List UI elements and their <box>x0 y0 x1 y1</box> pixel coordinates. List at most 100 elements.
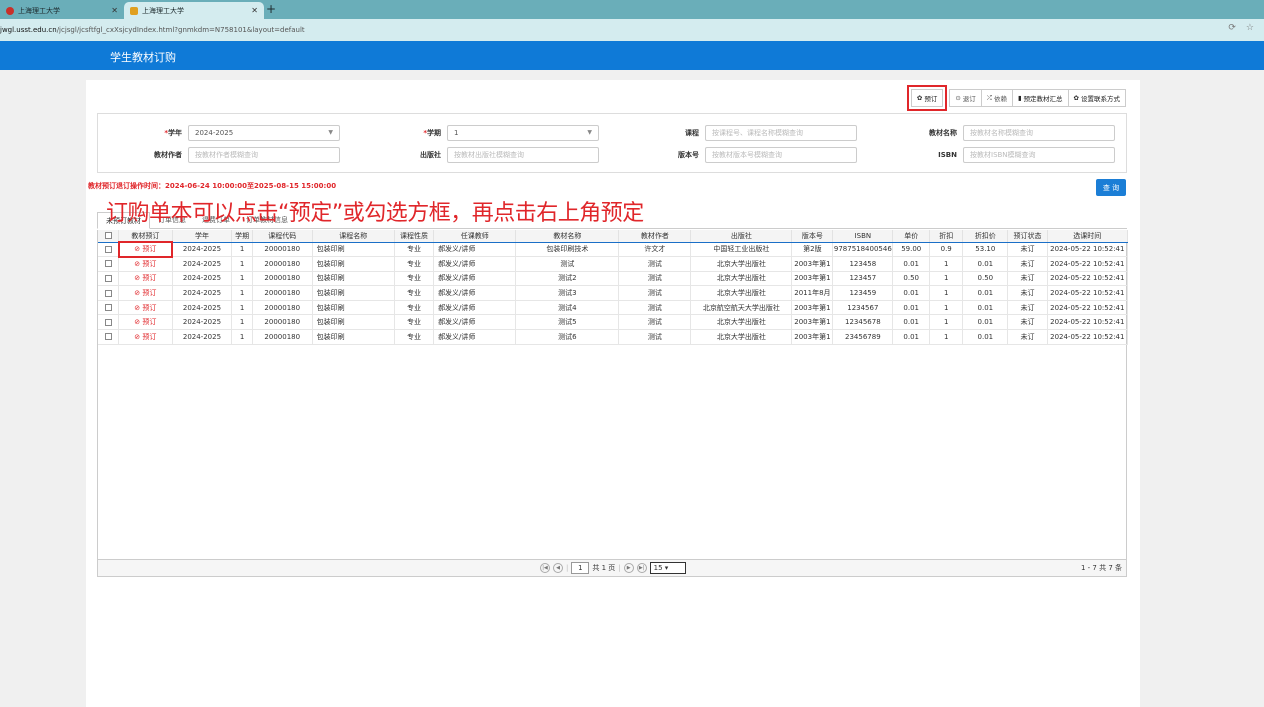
address-bar[interactable]: jwgl.usst.edu.cn/jcjsgl/jcsftfgl_cxXsjcy… <box>0 19 1264 41</box>
column-header[interactable]: 折扣价 <box>962 230 1009 243</box>
author-input[interactable]: 按教材作者模糊查询 <box>188 147 340 163</box>
table-cell: 专业 <box>394 256 435 272</box>
order-link[interactable]: ⊘ 预订 <box>118 300 173 316</box>
table-cell: 包装印刷 <box>312 285 395 301</box>
row-checkbox[interactable] <box>98 329 120 345</box>
table-row[interactable]: ⊘ 预订 2024-2025 1 20000180 包装印刷 专业 郝发义/讲师 测试6 测试北… <box>98 329 1129 345</box>
column-header[interactable]: 单价 <box>892 230 931 243</box>
table-cell: 2024-05-22 10:52:41 <box>1047 242 1129 258</box>
table-cell: 北京大学出版社 <box>690 314 793 331</box>
table-cell: 郝发义/讲师 <box>433 329 517 345</box>
url-text[interactable]: jwgl.usst.edu.cn/jcjsgl/jcsftfgl_cxXsjcy… <box>0 23 1200 38</box>
row-checkbox[interactable] <box>98 256 120 272</box>
refresh-icon[interactable]: ⟳ <box>1228 23 1236 33</box>
table-cell: 2024-2025 <box>172 314 233 331</box>
next-page-icon[interactable]: ▶ <box>623 563 634 573</box>
star-icon[interactable]: ☆ <box>1246 23 1254 33</box>
order-link-label: 预订 <box>142 332 157 341</box>
table-cell: 0.01 <box>962 256 1009 272</box>
column-header[interactable]: 预订状态 <box>1007 230 1048 243</box>
order-link[interactable]: ⊘ 预订 <box>118 285 173 301</box>
table-row[interactable]: ⊘ 预订 2024-2025 1 20000180 包装印刷 专业 郝发义/讲师 测试 测试 北京… <box>98 256 1129 272</box>
column-header[interactable]: 任课教师 <box>433 230 517 243</box>
column-header[interactable]: 学期 <box>231 230 253 243</box>
new-tab-plus-icon[interactable]: + <box>266 2 276 17</box>
isbn-input[interactable]: 按教材ISBN模糊查询 <box>963 147 1115 163</box>
order-link-label: 预订 <box>142 245 157 254</box>
table-row[interactable]: ⊘ 预订 2024-2025 1 20000180 包装印刷 专业 郝发义/讲师 测试4 测试北… <box>98 300 1129 316</box>
column-header[interactable]: 教材名称 <box>515 230 620 243</box>
column-header[interactable]: 折扣 <box>929 230 964 243</box>
dependency-button[interactable]: ⤮ 依赖 <box>980 89 1013 107</box>
close-icon[interactable]: ✕ <box>251 6 258 15</box>
bookname-input[interactable]: 按教材名称模糊查询 <box>963 125 1115 141</box>
page-number-input[interactable]: 1 <box>571 562 590 574</box>
order-link[interactable]: ⊘ 预订 <box>118 256 173 272</box>
browser-tab-active[interactable]: 上海理工大学 ✕ <box>124 2 264 19</box>
column-header[interactable]: 出版社 <box>690 230 793 243</box>
column-header[interactable]: ISBN <box>832 230 894 243</box>
column-header[interactable]: 版本号 <box>791 230 834 243</box>
order-link-label: 预订 <box>142 289 157 298</box>
close-icon[interactable]: ✕ <box>111 6 118 15</box>
bar-chart-icon: ▮ <box>1017 94 1022 102</box>
select-all-checkbox[interactable] <box>98 230 120 243</box>
column-header[interactable]: 选课时间 <box>1047 230 1129 243</box>
table-cell: 2011年8月 <box>791 285 834 301</box>
row-checkbox[interactable] <box>98 242 120 258</box>
chevron-down-icon: ▼ <box>328 129 333 136</box>
table-cell: 中国轻工业出版社 <box>690 242 793 258</box>
order-link[interactable]: ⊘ 预订 <box>118 271 173 287</box>
table-cell: 未订 <box>1007 285 1048 301</box>
column-header[interactable]: 课程名称 <box>312 230 395 243</box>
summary-button[interactable]: ▮ 预定教材汇总 <box>1011 89 1069 107</box>
books-table: 教材预订 学年 学期 课程代码 课程名称 课程性质 任课教师 教材名称 教材作者 出版社 版本号 IS… <box>97 230 1129 567</box>
column-header[interactable]: 教材预订 <box>118 230 173 243</box>
table-cell: 2003年第1 <box>791 314 834 331</box>
term-select[interactable]: 1 ▼ <box>447 125 599 141</box>
first-page-icon[interactable]: |◀ <box>540 563 550 573</box>
order-link[interactable]: ⊘ 预订 <box>117 241 174 258</box>
order-button[interactable]: ✿ 预订 <box>906 85 948 111</box>
table-cell: 20000180 <box>252 256 313 272</box>
table-cell: 20000180 <box>252 242 313 258</box>
query-button[interactable]: 查 询 <box>1096 179 1126 196</box>
row-checkbox[interactable] <box>98 314 120 331</box>
column-header[interactable]: 学年 <box>172 230 233 243</box>
column-header[interactable]: 课程性质 <box>394 230 435 243</box>
last-page-icon[interactable]: ▶| <box>636 563 647 573</box>
course-input[interactable]: 按课程号、课程名称模糊查询 <box>705 125 857 141</box>
edition-input[interactable]: 按教材版本号模糊查询 <box>705 147 857 163</box>
table-cell: 北京大学出版社 <box>690 329 793 345</box>
table-cell: 北京大学出版社 <box>690 256 793 272</box>
row-checkbox[interactable] <box>98 271 120 287</box>
table-cell: 2003年第1 <box>791 256 834 272</box>
publisher-input[interactable]: 按教材出版社模糊查询 <box>447 147 599 163</box>
order-link[interactable]: ⊘ 预订 <box>118 314 173 331</box>
author-label: 教材作者 <box>154 151 182 159</box>
browser-tab[interactable]: 上海理工大学 ✕ <box>0 2 124 19</box>
table-cell: 0.01 <box>892 329 931 345</box>
contact-settings-button[interactable]: ✿ 设置联系方式 <box>1067 89 1126 107</box>
dependency-button-label: 依赖 <box>993 95 1007 103</box>
table-row[interactable]: ⊘ 预订 2024-2025 1 20000180 包装印刷 专业 郝发义/讲师 包装印刷技术… <box>98 241 1129 258</box>
table-row[interactable]: ⊘ 预订 2024-2025 1 20000180 包装印刷 专业 郝发义/讲师 测试3 测试北… <box>98 285 1129 301</box>
row-checkbox[interactable] <box>98 300 120 316</box>
table-cell: 未订 <box>1007 242 1048 258</box>
row-checkbox[interactable] <box>98 285 120 301</box>
table-row[interactable]: ⊘ 预订 2024-2025 1 20000180 包装印刷 专业 郝发义/讲师 测试5 测试北… <box>98 314 1129 331</box>
unorder-button[interactable]: ⊙ 退订 <box>949 89 982 107</box>
table-row[interactable]: ⊘ 预订 2024-2025 1 20000180 包装印刷 专业 郝发义/讲师 测试2 测试北… <box>98 271 1129 287</box>
order-link-label: 预订 <box>142 274 157 283</box>
prev-page-icon[interactable]: ◀ <box>553 563 563 573</box>
page-size-value: 15 <box>653 564 663 572</box>
table-cell: 北京大学出版社 <box>690 271 793 287</box>
order-link[interactable]: ⊘ 预订 <box>118 329 173 345</box>
column-header[interactable]: 课程代码 <box>252 230 313 243</box>
year-select[interactable]: 2024-2025 ▼ <box>188 125 340 141</box>
pagination: |◀ ◀ | 1 共 1 页 | ▶ ▶| 15 ▾ 1 - 7 共 7 条 <box>97 559 1127 577</box>
page-size-select[interactable]: 15 ▾ <box>649 562 686 574</box>
column-header[interactable]: 教材作者 <box>618 230 692 243</box>
table-cell: 专业 <box>394 285 435 301</box>
table-cell: 2024-2025 <box>172 256 233 272</box>
